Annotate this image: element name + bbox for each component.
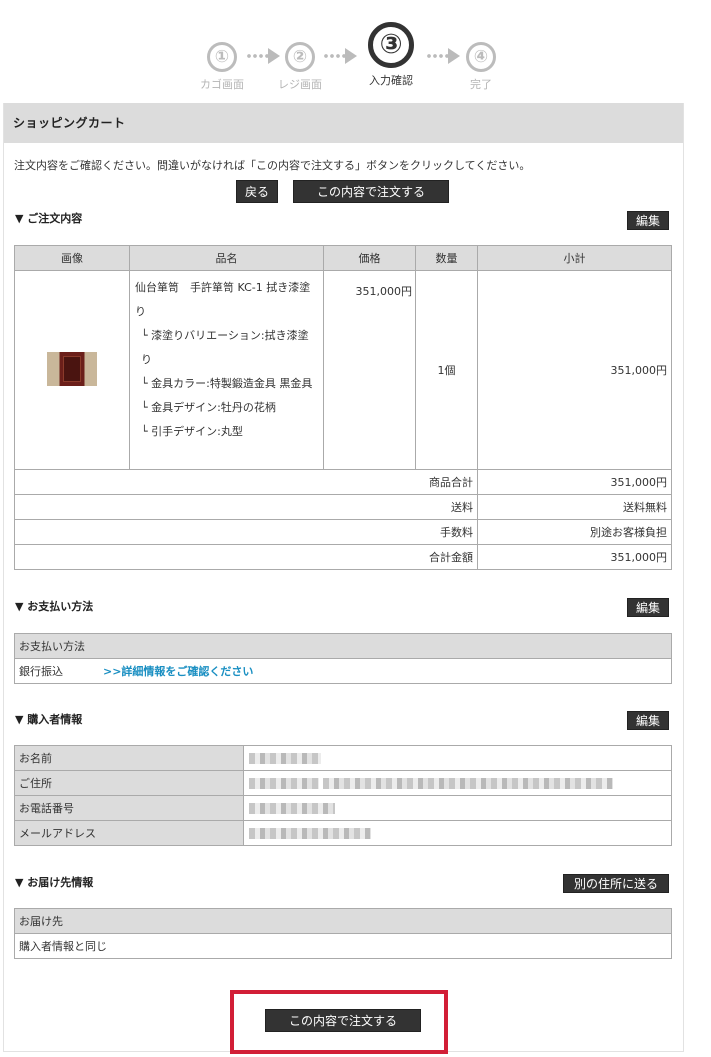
buyer-section-title: ▼ 購入者情報 [15,713,83,726]
summary-row: 送料 送料無料 [14,494,672,520]
summary-value: 別途お客様負担 [477,519,672,545]
step-1-label: カゴ画面 [200,78,244,91]
buyer-name-value [243,745,672,771]
order-button-highlight [230,990,448,1054]
col-qty: 数量 [415,245,478,271]
summary-value: 351,000円 [477,469,672,495]
order-section-title: ▼ ご注文内容 [15,212,83,225]
product-option: └ 漆塗りバリエーション:拭き漆塗り [141,329,309,366]
product-subtotal: 351,000円 [477,270,672,470]
redacted-value [249,753,321,764]
redacted-value [249,828,371,839]
buyer-email-value [243,820,672,846]
step-4-label: 完了 [470,78,492,91]
step-4-number: ④ [466,42,496,72]
delivery-header: お届け先 [14,908,672,934]
step-2-number: ② [285,42,315,72]
checkout-steps: ① カゴ画面 ② レジ画面 ③ 入力確認 ④ 完了 [0,18,711,98]
order-table-header: 画像 品名 価格 数量 小計 [14,245,672,271]
back-button[interactable]: 戻る [236,180,278,203]
col-name: 品名 [129,245,324,271]
delivery-value: 購入者情報と同じ [14,933,672,959]
payment-edit-button[interactable]: 編集 [627,598,669,617]
table-row: 仙台箪笥 手許箪笥 KC-1 拭き漆塗り └ 漆塗りバリエーション:拭き漆塗り … [14,270,672,470]
summary-label: 商品合計 [14,469,478,495]
step-confirm: ③ 入力確認 [351,22,431,88]
summary-label: 合計金額 [14,544,478,570]
summary-label: 手数料 [14,519,478,545]
product-option: └ 引手デザイン:丸型 [141,425,243,438]
step-1-number: ① [207,42,237,72]
payment-row: 銀行振込 >>詳細情報をご確認ください [14,658,672,684]
payment-header: お支払い方法 [14,633,672,659]
order-button-top[interactable]: この内容で注文する [293,180,449,203]
product-image-cell [14,270,130,470]
product-thumbnail[interactable] [47,351,97,386]
shopping-cart-panel: ショッピングカート 注文内容をご確認ください。問違いがなければ「この内容で注文す… [3,103,684,1052]
buyer-phone-value [243,795,672,821]
buyer-email-label: メールアドレス [14,820,244,846]
delivery-section-title: ▼ お届け先情報 [15,876,94,889]
col-price: 価格 [323,245,416,271]
buyer-edit-button[interactable]: 編集 [627,711,669,730]
order-edit-button[interactable]: 編集 [627,211,669,230]
product-name: 仙台箪笥 手許箪笥 KC-1 拭き漆塗り [135,281,311,318]
step-3-label: 入力確認 [369,74,413,87]
order-table: 画像 品名 価格 数量 小計 仙台箪笥 手許箪笥 KC-1 拭き漆塗り └ 漆塗… [14,245,672,570]
product-price: 351,000円 [323,270,416,470]
step-3-number: ③ [368,22,414,68]
buyer-table: お名前 ご住所 お電話番号 メールアドレス [14,745,672,846]
redacted-value [249,803,335,814]
confirm-notice: 注文内容をご確認ください。問違いがなければ「この内容で注文する」ボタンをクリック… [14,159,531,172]
product-qty: 1個 [415,270,478,470]
col-image: 画像 [14,245,130,271]
redacted-value [322,778,613,789]
panel-title: ショッピングカート [4,103,683,143]
buyer-address-label: ご住所 [14,770,244,796]
buyer-address-value [243,770,672,796]
product-option: └ 金具デザイン:牡丹の花柄 [141,401,276,414]
redacted-value [249,778,319,789]
col-subtotal: 小計 [477,245,672,271]
summary-value: 送料無料 [477,494,672,520]
summary-label: 送料 [14,494,478,520]
ship-to-other-address-button[interactable]: 別の住所に送る [563,874,669,893]
buyer-name-label: お名前 [14,745,244,771]
payment-table: お支払い方法 銀行振込 >>詳細情報をご確認ください [14,633,672,684]
delivery-table: お届け先 購入者情報と同じ [14,908,672,959]
product-option: └ 金具カラー:特製鍛造金具 黒金具 [141,377,313,390]
payment-method: 銀行振込 [19,665,63,678]
step-complete: ④ 完了 [441,42,521,92]
summary-row: 商品合計 351,000円 [14,469,672,495]
product-name-cell: 仙台箪笥 手許箪笥 KC-1 拭き漆塗り └ 漆塗りバリエーション:拭き漆塗り … [129,270,324,470]
step-2-label: レジ画面 [278,78,322,91]
payment-section-title: ▼ お支払い方法 [15,600,94,613]
payment-details-link[interactable]: >>詳細情報をご確認ください [63,665,253,678]
buyer-phone-label: お電話番号 [14,795,244,821]
summary-row: 合計金額 351,000円 [14,544,672,570]
summary-row: 手数料 別途お客様負担 [14,519,672,545]
summary-value: 351,000円 [477,544,672,570]
